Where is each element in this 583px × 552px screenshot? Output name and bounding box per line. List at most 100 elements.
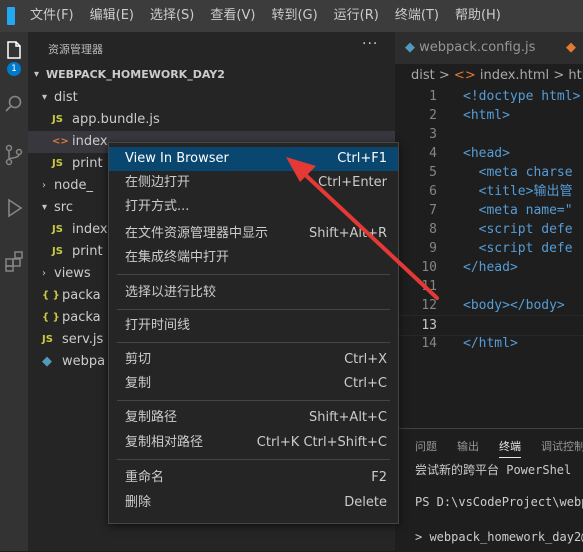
code-text: </html>: [463, 336, 518, 351]
tree-item-package-json[interactable]: { } packa: [42, 285, 101, 307]
code-line[interactable]: 5 <meta charse: [395, 163, 583, 182]
tab-problems[interactable]: 问题: [415, 438, 437, 454]
menu-view[interactable]: 查看(V): [202, 0, 263, 32]
code-line[interactable]: 3: [395, 125, 583, 144]
json-file-icon: { }: [42, 290, 60, 301]
tree-item-webpack-config[interactable]: ◆ webpa: [42, 351, 105, 373]
tab-webpack-config[interactable]: ◆ webpack.config.js: [395, 32, 555, 64]
breadcrumb-symbol[interactable]: htm: [568, 68, 583, 83]
code-line[interactable]: 9 <script defe: [395, 239, 583, 258]
menu-item-copy-relative-path[interactable]: 复制相对路径 Ctrl+K Ctrl+Shift+C: [109, 431, 398, 455]
menu-item-label: 在侧边打开: [125, 175, 191, 190]
terminal-line: 尝试新的跨平台 PowerShel: [415, 463, 572, 477]
line-number: 2: [429, 108, 437, 123]
code-text: <script defe: [463, 222, 573, 237]
tab-debug-console[interactable]: 调试控制: [541, 438, 583, 454]
explorer-badge: 1: [7, 62, 21, 76]
tree-item-label: src: [54, 200, 73, 215]
tab-next[interactable]: ◆: [548, 32, 583, 64]
menu-item-delete[interactable]: 删除 Delete: [109, 491, 398, 515]
code-line[interactable]: 11: [395, 277, 583, 296]
menu-item-label: 选择以进行比较: [125, 285, 217, 300]
code-line[interactable]: 8 <script defe: [395, 220, 583, 239]
tree-item-src[interactable]: ▾ src: [42, 197, 73, 219]
menu-item-open-with[interactable]: 打开方式...: [109, 195, 398, 219]
menu-item-open-in-terminal[interactable]: 在集成终端中打开: [109, 246, 398, 270]
explorer-icon[interactable]: 1: [4, 40, 24, 76]
menu-item-open-to-side[interactable]: 在侧边打开 Ctrl+Enter: [109, 171, 398, 195]
explorer-title: 资源管理器: [48, 43, 103, 56]
tree-item-dist[interactable]: ▾ dist: [42, 87, 78, 109]
code-line[interactable]: 1 <!doctype html>: [395, 87, 583, 106]
menu-item-view-in-browser[interactable]: View In Browser Ctrl+F1: [109, 147, 398, 171]
menu-terminal[interactable]: 终端(T): [387, 0, 447, 32]
menu-help[interactable]: 帮助(H): [447, 0, 509, 32]
run-debug-icon[interactable]: [4, 197, 24, 218]
tree-item-label: views: [54, 266, 91, 281]
code-line[interactable]: 10 </head>: [395, 258, 583, 277]
code-text: <meta name=": [463, 203, 573, 218]
menu-item-reveal-in-explorer[interactable]: 在文件资源管理器中显示 Shift+Alt+R: [109, 222, 398, 246]
code-line[interactable]: 2 <html>: [395, 106, 583, 125]
tree-item-node-modules[interactable]: › node_: [42, 175, 93, 197]
menu-go[interactable]: 转到(G): [263, 0, 325, 32]
line-number: 1: [429, 89, 437, 104]
tab-output[interactable]: 输出: [457, 438, 479, 454]
breadcrumb-separator: >: [553, 68, 565, 83]
menu-bar: 文件(F) 编辑(E) 选择(S) 查看(V) 转到(G) 运行(R) 终端(T…: [0, 0, 583, 32]
code-line[interactable]: 14 </html>: [395, 334, 583, 353]
code-line[interactable]: 7 <meta name=": [395, 201, 583, 220]
menu-edit[interactable]: 编辑(E): [82, 0, 142, 32]
code-line[interactable]: 12 <body></body>: [395, 296, 583, 315]
menu-item-shortcut: Delete: [344, 495, 387, 510]
tree-item-src-index[interactable]: JS index: [52, 219, 108, 241]
code-text: </head>: [463, 260, 518, 275]
source-control-icon[interactable]: [4, 144, 24, 166]
line-number: 13: [421, 318, 437, 333]
menu-item-label: 打开方式...: [125, 199, 190, 214]
menu-selection[interactable]: 选择(S): [142, 0, 202, 32]
line-number: 8: [429, 222, 437, 237]
tree-item-label: packa: [62, 310, 101, 325]
code-text: <script defe: [463, 241, 573, 256]
bottom-panel: 问题 输出 终端 调试控制 尝试新的跨平台 PowerShel PS D:\vs…: [395, 428, 583, 552]
breadcrumb-folder[interactable]: dist: [411, 68, 435, 83]
workspace-section-header[interactable]: ▾ WEBPACK_HOMEWORK_DAY2: [34, 68, 225, 81]
menu-run[interactable]: 运行(R): [326, 0, 387, 32]
code-line[interactable]: 4 <head>: [395, 144, 583, 163]
tree-item-src-print[interactable]: JS print: [52, 241, 103, 263]
menu-item-select-for-compare[interactable]: 选择以进行比较: [109, 281, 398, 305]
json-file-icon: { }: [42, 312, 60, 323]
tree-item-app-bundle[interactable]: JS app.bundle.js: [52, 109, 160, 131]
menu-item-copy-path[interactable]: 复制路径 Shift+Alt+C: [109, 406, 398, 430]
tree-item-package-lock[interactable]: { } packa: [42, 307, 101, 329]
tree-item-label: dist: [54, 90, 78, 105]
menu-item-copy[interactable]: 复制 Ctrl+C: [109, 372, 398, 396]
code-line-current[interactable]: 13: [395, 315, 583, 336]
html-file-icon: <>: [52, 136, 69, 147]
html-file-icon: ◆: [566, 40, 576, 55]
more-actions-icon[interactable]: ···: [362, 36, 378, 52]
code-line[interactable]: 6 <title>输出管: [395, 182, 583, 201]
tree-item-label: index: [72, 222, 108, 237]
menu-file[interactable]: 文件(F): [22, 0, 82, 32]
tree-item-label: packa: [62, 288, 101, 303]
terminal-line: PS D:\vsCodeProject\webp: [415, 495, 583, 509]
tree-item-print-js[interactable]: JS print: [52, 153, 103, 175]
extensions-icon[interactable]: [4, 250, 24, 272]
tree-item-serv-js[interactable]: JS serv.js: [42, 329, 103, 351]
tree-item-label: app.bundle.js: [72, 112, 160, 127]
search-icon[interactable]: [4, 94, 24, 114]
line-number: 5: [429, 165, 437, 180]
terminal-line: > webpack_homework_day2@: [415, 530, 583, 544]
chevron-down-icon: ▾: [34, 69, 40, 80]
breadcrumb-file[interactable]: index.html: [480, 68, 549, 83]
tree-item-label: serv.js: [62, 332, 104, 347]
tree-item-label: node_: [54, 178, 93, 193]
menu-item-label: 在集成终端中打开: [125, 250, 230, 265]
tab-terminal[interactable]: 终端: [499, 438, 521, 458]
menu-item-open-timeline[interactable]: 打开时间线: [109, 314, 398, 338]
menu-item-rename[interactable]: 重命名 F2: [109, 466, 398, 490]
tree-item-views[interactable]: › views: [42, 263, 91, 285]
menu-item-cut[interactable]: 剪切 Ctrl+X: [109, 348, 398, 372]
